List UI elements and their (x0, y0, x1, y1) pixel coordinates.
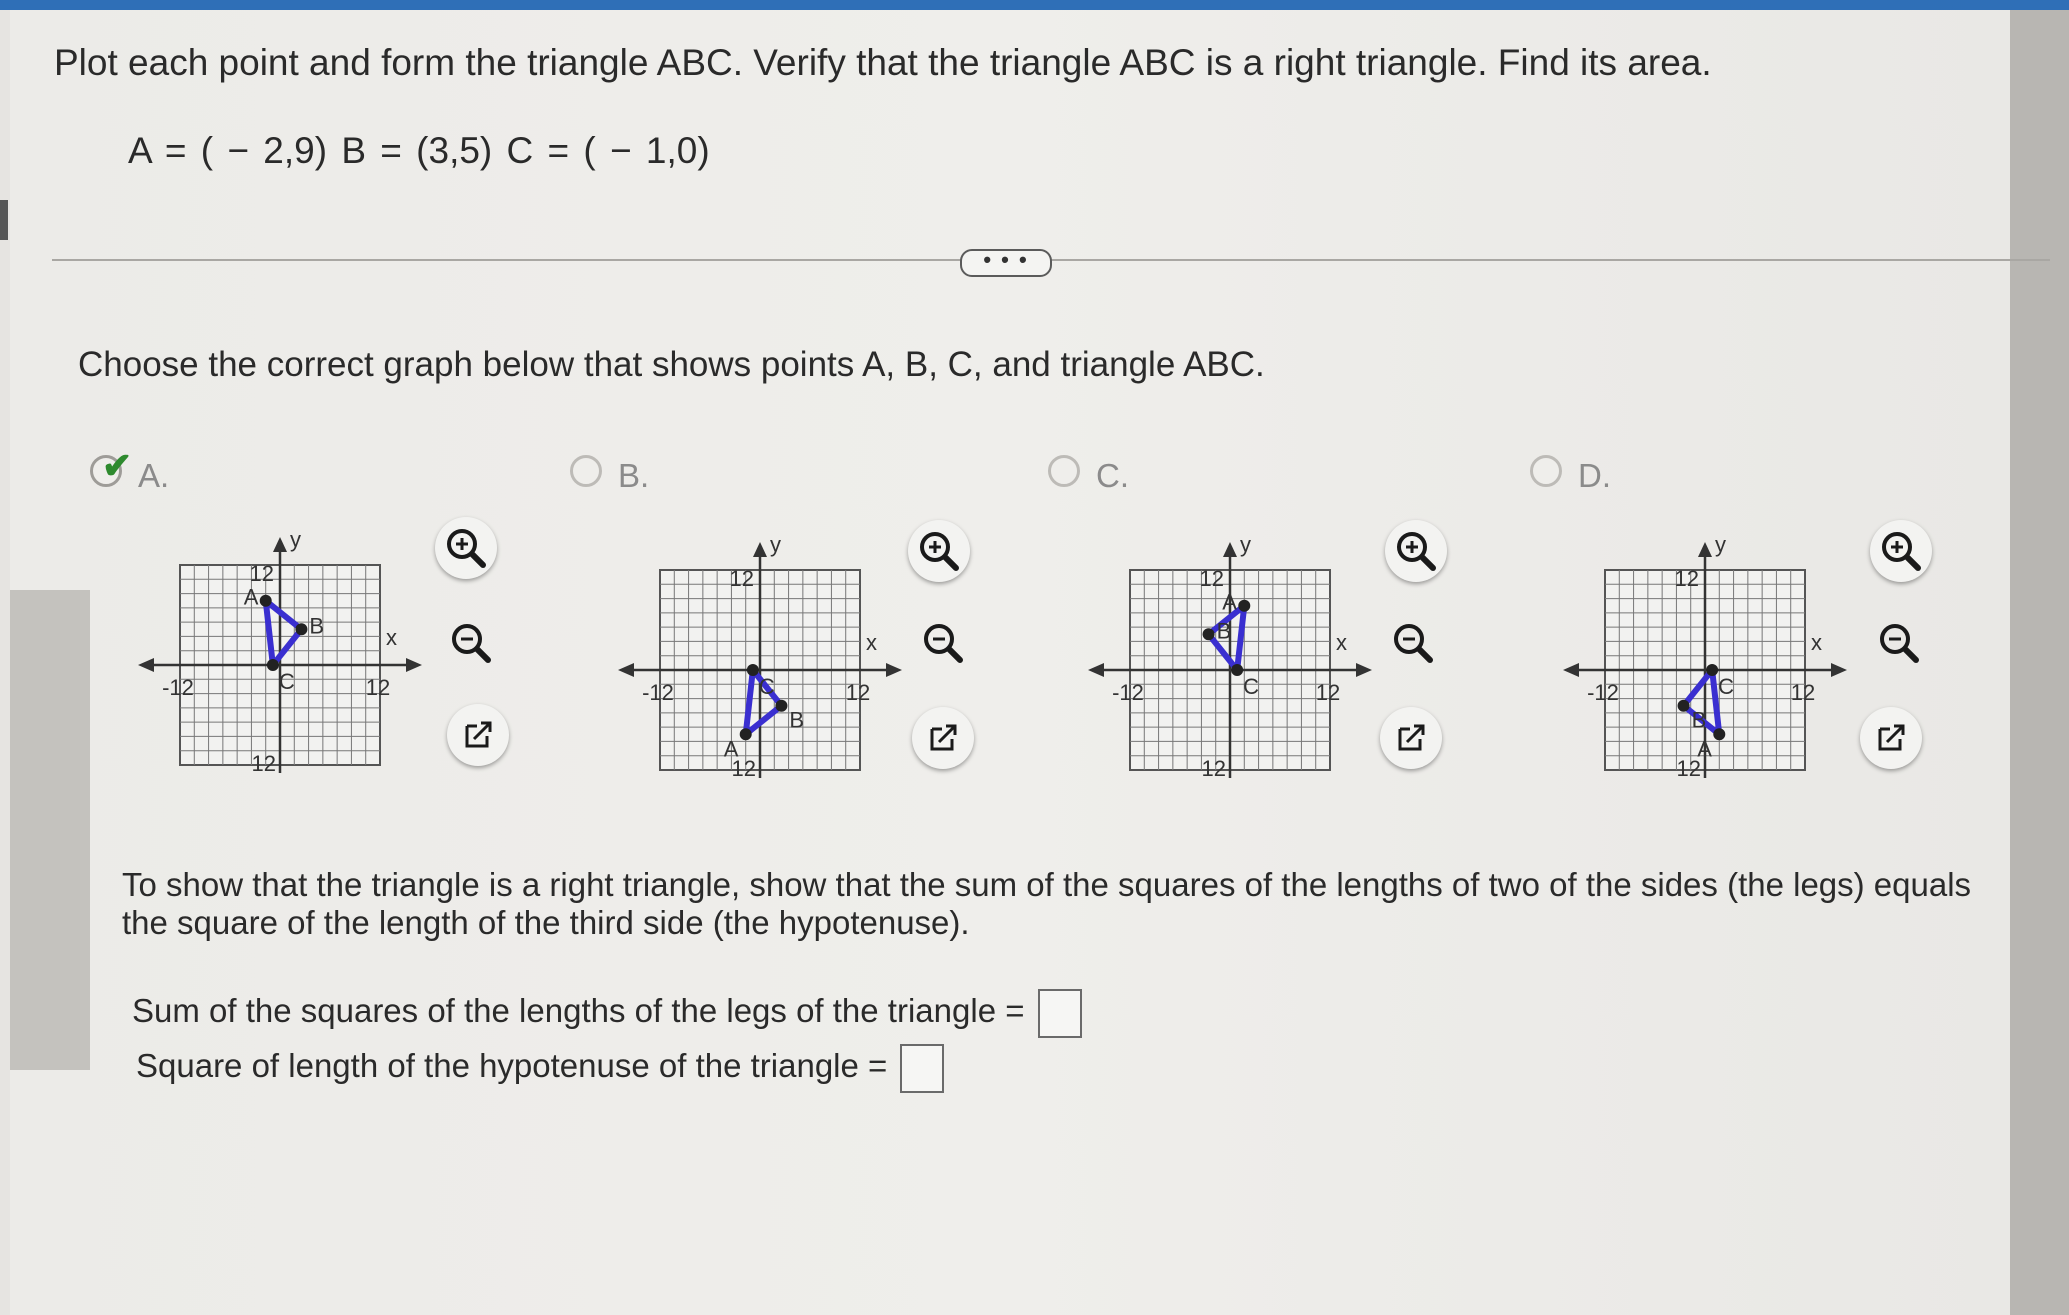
point-b (295, 623, 308, 636)
open-new-window-icon[interactable] (912, 707, 974, 769)
side-marker (0, 200, 8, 240)
y-axis-label: y (1715, 532, 1726, 557)
problem-points: A = ( − 2,9) B = (3,5) C = ( − 1,0) (128, 130, 710, 171)
legs-question: Sum of the squares of the lengths of the… (132, 989, 1082, 1038)
point-label-a: A (244, 585, 259, 610)
point-a (259, 594, 272, 607)
graph-option-a: y x 12 -12 12 12 A B C (130, 510, 430, 780)
point-label-a: A (1697, 736, 1712, 761)
hyp-answer-input[interactable] (900, 1044, 945, 1093)
x-min-label: -12 (1112, 680, 1144, 705)
option-b-label: B. (618, 457, 650, 494)
x-axis-label: x (1336, 630, 1347, 655)
graph-svg: yx12-12 1212ABC (138, 527, 422, 776)
option-c-label: C. (1096, 457, 1129, 494)
question-text: Choose the correct graph below that show… (78, 345, 1265, 384)
point-c (746, 664, 759, 676)
x-max-label: 12 (1791, 680, 1815, 705)
right-edge (2010, 10, 2069, 1315)
zoom-out-icon[interactable] (1382, 612, 1444, 674)
zoom-out-icon[interactable] (1868, 612, 1930, 674)
hyp-question: Square of length of the hypotenuse of th… (136, 1044, 945, 1093)
left-scroll-region (10, 590, 90, 1070)
zoom-in-icon[interactable] (1870, 520, 1932, 582)
graph-svg: yx12-12 1212ABC (1563, 532, 1847, 781)
y-max-label: 12 (1200, 566, 1224, 591)
point-b (1202, 628, 1215, 641)
graph-svg: yx12-12 1212ABC (618, 532, 902, 781)
hyp-label: Square of length of the hypotenuse of th… (136, 1047, 888, 1085)
y-max-label: 12 (730, 566, 754, 591)
radio-d[interactable] (1530, 455, 1562, 487)
legs-label: Sum of the squares of the lengths of the… (132, 992, 1025, 1030)
point-a (739, 728, 752, 741)
point-label-a: A (724, 736, 739, 761)
open-new-window-icon[interactable] (447, 704, 509, 766)
x-axis-label: x (386, 625, 397, 650)
point-a (1713, 728, 1726, 741)
point-label-b: B (1217, 618, 1232, 643)
zoom-in-icon[interactable] (908, 520, 970, 582)
y-min-label: 12 (252, 751, 276, 776)
show-more-button[interactable]: • • • (960, 249, 1052, 277)
point-a (1238, 599, 1251, 612)
graph-svg: yx12-12 1212ABC (1088, 532, 1372, 781)
x-max-label: 12 (366, 675, 390, 700)
graph-option-c: y x 12 -12 12 12 A B C (1080, 515, 1380, 785)
point-label-c: C (279, 669, 295, 694)
radio-c[interactable] (1048, 455, 1080, 487)
point-label-c: C (1243, 674, 1259, 699)
radio-b[interactable] (570, 455, 602, 487)
point-label-c: C (1718, 674, 1734, 699)
x-max-label: 12 (1316, 680, 1340, 705)
point-c (1706, 664, 1719, 676)
point-label-c: C (759, 674, 775, 699)
point-label-a: A (1222, 590, 1237, 615)
y-axis-label: y (770, 532, 781, 557)
point-b (775, 699, 788, 712)
y-max-label: 12 (250, 561, 274, 586)
point-b (1677, 699, 1690, 712)
x-max-label: 12 (846, 680, 870, 705)
zoom-out-icon[interactable] (440, 612, 502, 674)
zoom-in-icon[interactable] (1385, 520, 1447, 582)
x-axis-label: x (866, 630, 877, 655)
y-min-label: 12 (1202, 756, 1226, 781)
correct-check-icon: ✔ (102, 445, 133, 486)
x-min-label: -12 (162, 675, 194, 700)
point-c (266, 659, 279, 671)
zoom-in-icon[interactable] (435, 517, 497, 579)
graph-option-d: y x 12 -12 12 12 A B C (1555, 515, 1855, 785)
option-a-label: A. (138, 457, 170, 494)
x-axis-label: x (1811, 630, 1822, 655)
open-new-window-icon[interactable] (1380, 707, 1442, 769)
top-accent-bar (0, 0, 2069, 10)
x-min-label: -12 (1587, 680, 1619, 705)
point-label-b: B (309, 613, 324, 638)
problem-prompt: Plot each point and form the triangle AB… (54, 42, 1712, 83)
option-d-label: D. (1578, 457, 1611, 494)
y-axis-label: y (290, 527, 301, 552)
y-axis-label: y (1240, 532, 1251, 557)
explanation-text: To show that the triangle is a right tri… (122, 866, 1972, 941)
legs-answer-input[interactable] (1037, 989, 1082, 1038)
y-max-label: 12 (1675, 566, 1699, 591)
zoom-out-icon[interactable] (912, 612, 974, 674)
x-min-label: -12 (642, 680, 674, 705)
open-new-window-icon[interactable] (1860, 707, 1922, 769)
point-label-b: B (1692, 708, 1707, 733)
point-c (1231, 664, 1244, 676)
graph-option-b: y x 12 -12 12 12 A B C (610, 515, 910, 785)
point-label-b: B (789, 708, 804, 733)
